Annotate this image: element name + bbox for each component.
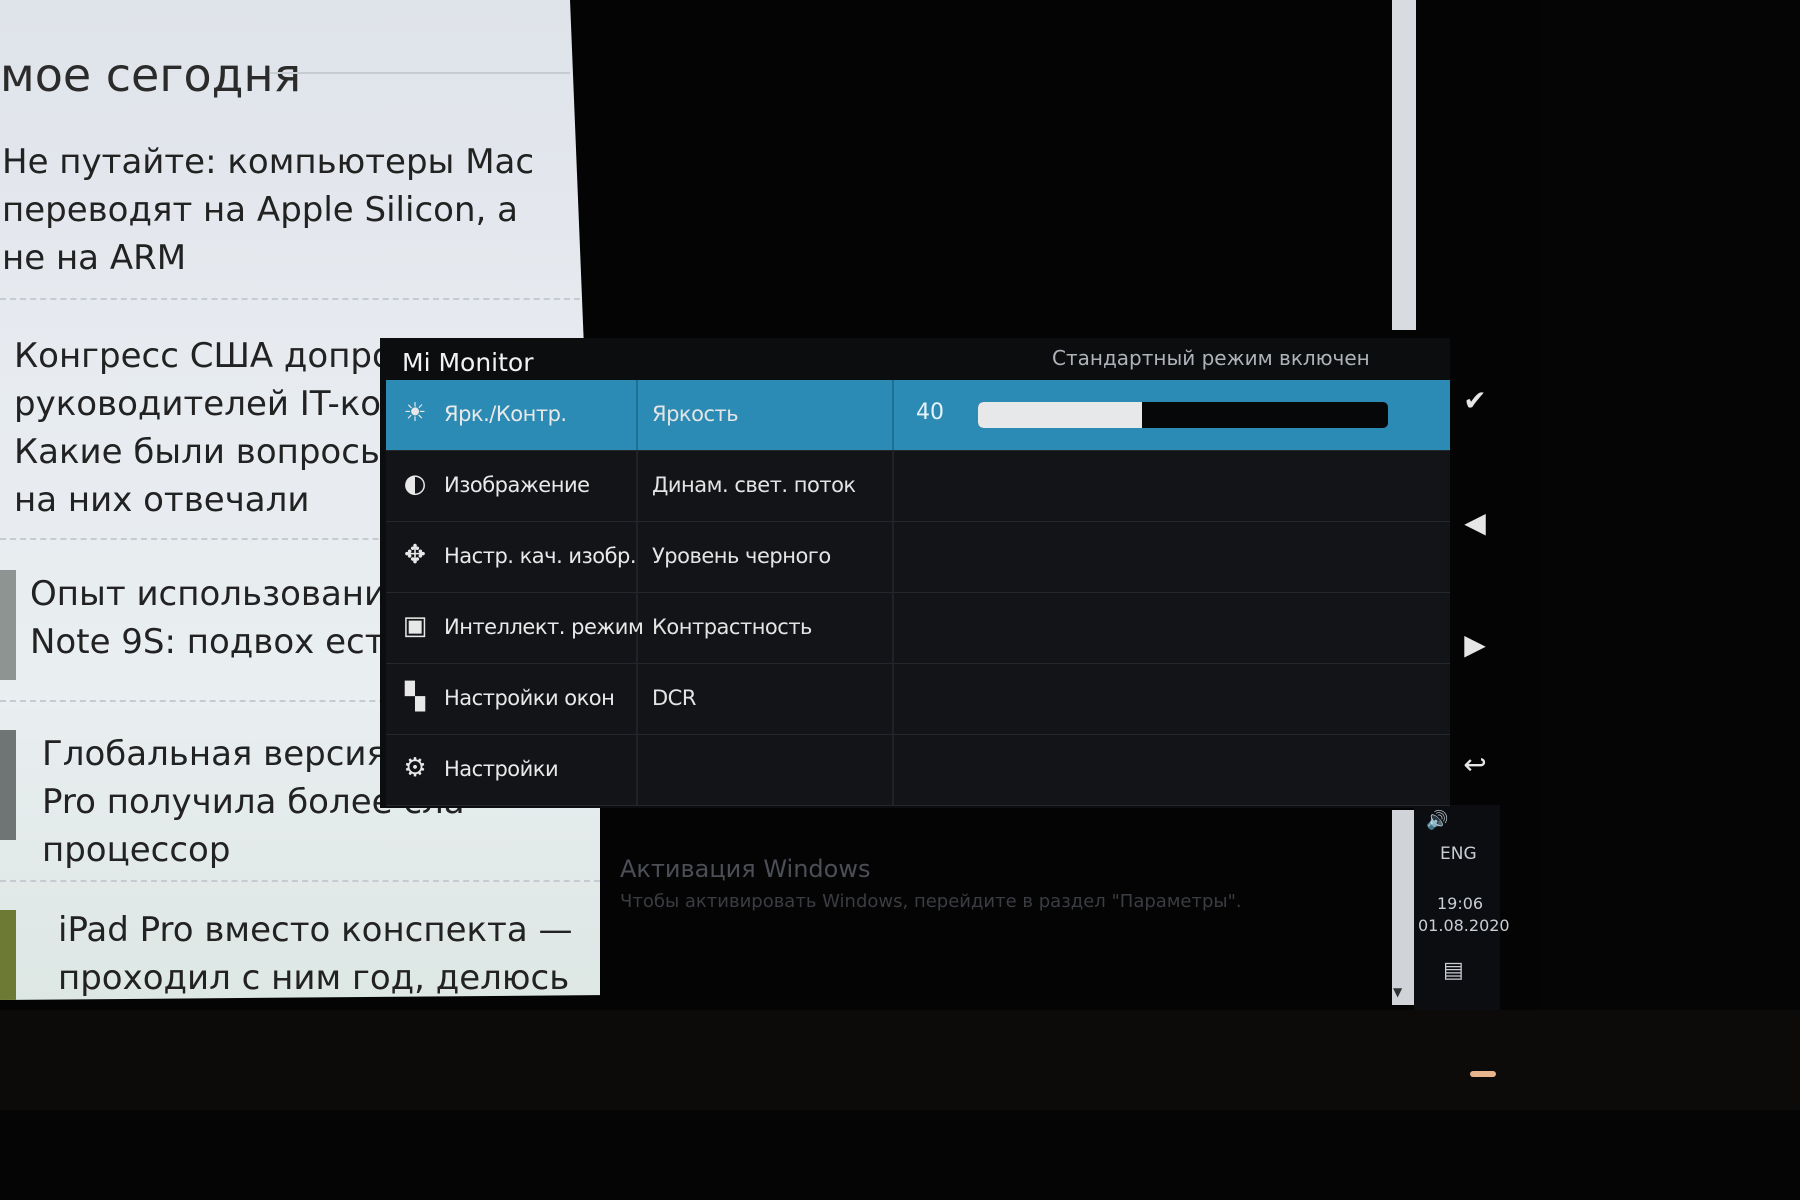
osd-menu-label: Настройки bbox=[444, 757, 559, 781]
osd-menu-item-brightness-contrast[interactable]: ☀ Ярк./Контр. Яркость 40 bbox=[386, 380, 1450, 451]
osd-submenu-label[interactable]: Уровень черного bbox=[652, 544, 831, 568]
brightness-slider-fill bbox=[978, 402, 1142, 428]
osd-submenu-label[interactable]: DCR bbox=[652, 686, 696, 710]
divider bbox=[0, 298, 580, 300]
monitor-screen: моe сегодня Не путайте: компьютеры Mac п… bbox=[0, 0, 1540, 1010]
notification-icon[interactable]: ▤ bbox=[1443, 958, 1464, 983]
osd-menu-item-settings[interactable]: ⚙ Настройки bbox=[386, 735, 1450, 806]
news-thumbnail bbox=[0, 570, 16, 680]
osd-menu-item-image[interactable]: ◐ Изображение Динам. свет. поток bbox=[386, 451, 1450, 522]
smart-mode-icon: ▣ bbox=[402, 611, 428, 641]
image-icon: ◐ bbox=[403, 469, 427, 499]
scroll-down-icon[interactable]: ▼ bbox=[1393, 985, 1402, 999]
osd-menu-item-smart-mode[interactable]: ▣ Интеллект. режим Контрастность bbox=[386, 593, 1450, 664]
language-indicator[interactable]: ENG bbox=[1440, 844, 1477, 864]
confirm-check-icon[interactable]: ✔ bbox=[1450, 376, 1500, 426]
page-scrollbar[interactable] bbox=[1392, 0, 1416, 330]
osd-submenu-label[interactable]: Контрастность bbox=[652, 615, 812, 639]
osd-menu-label: Ярк./Контр. bbox=[444, 402, 567, 426]
news-item-link[interactable]: Не путайте: компьютеры Mac переводят на … bbox=[2, 138, 534, 282]
osd-menu-label: Интеллект. режим bbox=[444, 615, 644, 639]
osd-menu-item-quality[interactable]: ✥ Настр. кач. изобр. Уровень черного bbox=[386, 522, 1450, 593]
osd-menu-label: Настройки окон bbox=[444, 686, 615, 710]
windows-activation-title: Активация Windows bbox=[620, 855, 871, 883]
osd-menu-label: Настр. кач. изобр. bbox=[444, 544, 637, 568]
osd-mode-status: Стандартный режим включен bbox=[1052, 346, 1370, 370]
osd-title: Mi Monitor bbox=[402, 348, 534, 377]
right-arrow-icon[interactable]: ▶ bbox=[1450, 620, 1500, 670]
back-return-icon[interactable]: ↩ bbox=[1450, 740, 1500, 790]
monitor-bezel bbox=[0, 1010, 1800, 1110]
page-scrollbar-track[interactable] bbox=[1392, 810, 1414, 1005]
osd-menu-item-window-settings[interactable]: ▚ Настройки окон DCR bbox=[386, 664, 1450, 735]
windows-activation-text: Чтобы активировать Windows, перейдите в … bbox=[620, 891, 1242, 912]
divider bbox=[0, 880, 600, 882]
heading-rule bbox=[270, 72, 570, 74]
clock-date[interactable]: 01.08.2020 bbox=[1418, 916, 1510, 935]
settings-gear-icon: ⚙ bbox=[403, 753, 427, 783]
window-settings-icon: ▚ bbox=[405, 682, 425, 712]
clock-time[interactable]: 19:06 bbox=[1437, 894, 1483, 913]
news-thumbnail bbox=[0, 730, 16, 840]
osd-submenu-label[interactable]: Яркость bbox=[652, 402, 739, 426]
brightness-icon: ☀ bbox=[403, 398, 427, 428]
monitor-osd-menu: Mi Monitor Стандартный режим включен ☀ Я… bbox=[380, 338, 1450, 808]
osd-submenu-label[interactable]: Динам. свет. поток bbox=[652, 473, 856, 497]
volume-icon[interactable]: 🔊 bbox=[1426, 810, 1448, 831]
quality-icon: ✥ bbox=[404, 540, 426, 570]
section-heading: моe сегодня bbox=[0, 48, 302, 102]
power-led-indicator bbox=[1470, 1071, 1496, 1077]
left-arrow-icon[interactable]: ◀ bbox=[1450, 498, 1500, 548]
news-thumbnail bbox=[0, 910, 16, 1000]
brightness-slider[interactable] bbox=[978, 402, 1388, 428]
brightness-value: 40 bbox=[916, 400, 944, 425]
osd-menu-label: Изображение bbox=[444, 473, 590, 497]
news-item-link[interactable]: iPad Pro вместо конспекта — проходил с н… bbox=[58, 906, 573, 1000]
